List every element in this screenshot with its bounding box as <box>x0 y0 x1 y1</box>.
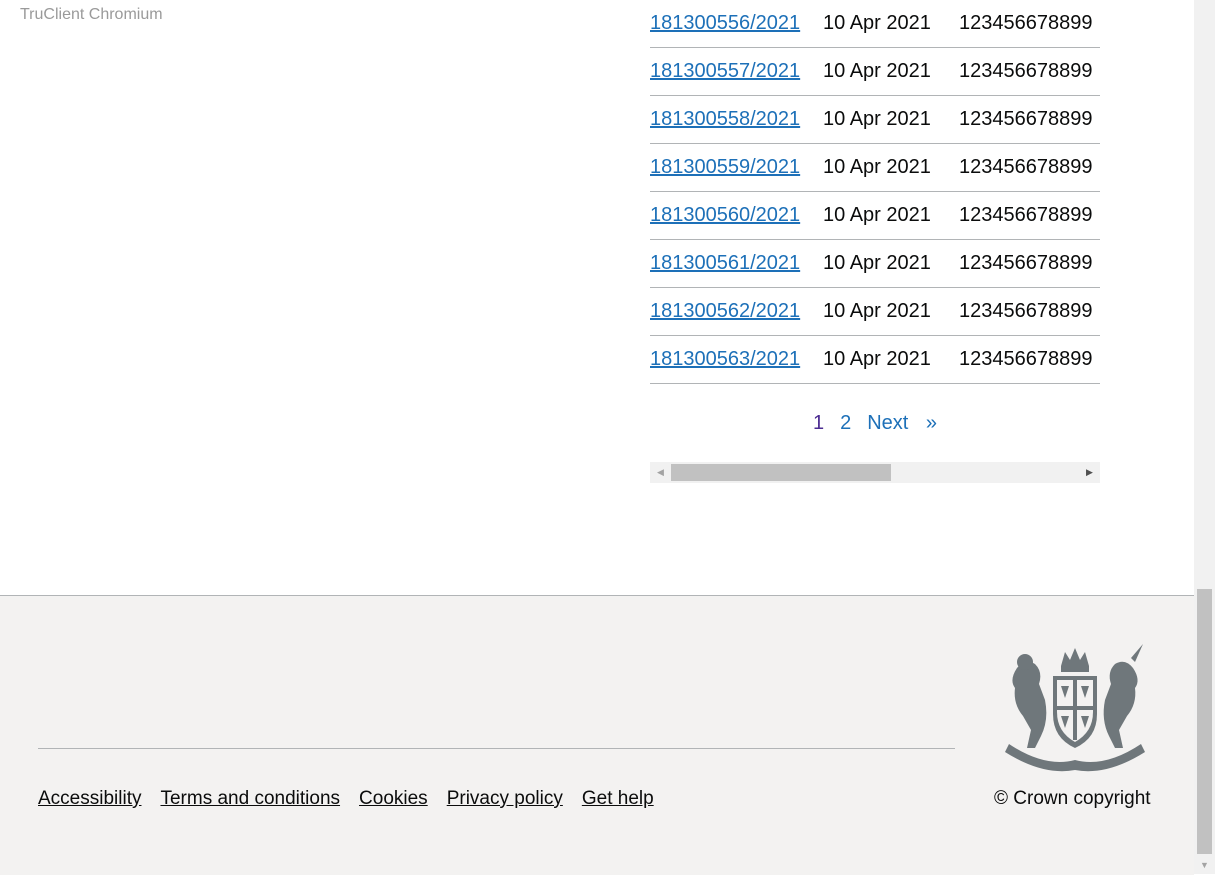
reference-link[interactable]: 181300562/2021 <box>650 300 800 322</box>
date-cell: 10 Apr 2021 <box>823 108 931 130</box>
date-cell: 10 Apr 2021 <box>823 60 931 82</box>
reference-link[interactable]: 181300560/2021 <box>650 204 800 226</box>
footer-link-cookies[interactable]: Cookies <box>359 788 428 810</box>
pagination: 1 2 Next » <box>650 412 1100 435</box>
date-cell: 10 Apr 2021 <box>823 12 931 34</box>
scroll-down-arrow-icon[interactable]: ▼ <box>1194 860 1215 870</box>
page-2-link[interactable]: 2 <box>840 412 851 435</box>
number-cell: 123456678899 <box>959 156 1093 178</box>
number-cell: 123456678899 <box>959 252 1093 274</box>
page-1-current[interactable]: 1 <box>813 412 824 435</box>
next-page-link[interactable]: Next » <box>867 412 937 435</box>
date-cell: 10 Apr 2021 <box>823 300 931 322</box>
number-cell: 123456678899 <box>959 300 1093 322</box>
next-label: Next <box>867 412 909 434</box>
number-cell: 123456678899 <box>959 12 1093 34</box>
number-cell: 123456678899 <box>959 348 1093 370</box>
table-row: 181300561/2021 10 Apr 2021 123456678899 <box>650 240 1100 288</box>
footer-link-privacy[interactable]: Privacy policy <box>447 788 563 810</box>
results-table: 181300556/2021 10 Apr 2021 123456678899 … <box>650 0 1100 384</box>
table-row: 181300558/2021 10 Apr 2021 123456678899 <box>650 96 1100 144</box>
scroll-left-arrow-icon[interactable]: ◀ <box>652 462 669 483</box>
date-cell: 10 Apr 2021 <box>823 204 931 226</box>
horizontal-scrollbar[interactable]: ◀ ▶ <box>650 462 1100 483</box>
truclient-watermark: TruClient Chromium <box>20 6 163 23</box>
table-row: 181300562/2021 10 Apr 2021 123456678899 <box>650 288 1100 336</box>
horizontal-scroll-thumb[interactable] <box>671 464 891 481</box>
table-row: 181300560/2021 10 Apr 2021 123456678899 <box>650 192 1100 240</box>
table-row: 181300557/2021 10 Apr 2021 123456678899 <box>650 48 1100 96</box>
date-cell: 10 Apr 2021 <box>823 252 931 274</box>
crown-copyright: © Crown copyright <box>994 788 1151 809</box>
date-cell: 10 Apr 2021 <box>823 156 931 178</box>
table-row: 181300559/2021 10 Apr 2021 123456678899 <box>650 144 1100 192</box>
vertical-scrollbar[interactable]: ▼ <box>1194 0 1215 874</box>
royal-coat-of-arms-icon <box>995 644 1155 776</box>
footer-link-help[interactable]: Get help <box>582 788 654 810</box>
footer-divider <box>38 748 955 749</box>
vertical-scroll-thumb[interactable] <box>1197 589 1212 854</box>
number-cell: 123456678899 <box>959 108 1093 130</box>
footer-link-terms[interactable]: Terms and conditions <box>160 788 340 810</box>
reference-link[interactable]: 181300561/2021 <box>650 252 800 274</box>
next-arrow-icon: » <box>925 412 938 434</box>
number-cell: 123456678899 <box>959 60 1093 82</box>
table-row: 181300556/2021 10 Apr 2021 123456678899 <box>650 0 1100 48</box>
reference-link[interactable]: 181300563/2021 <box>650 348 800 370</box>
date-cell: 10 Apr 2021 <box>823 348 931 370</box>
reference-link[interactable]: 181300558/2021 <box>650 108 800 130</box>
number-cell: 123456678899 <box>959 204 1093 226</box>
footer-link-accessibility[interactable]: Accessibility <box>38 788 141 810</box>
reference-link[interactable]: 181300556/2021 <box>650 12 800 34</box>
footer-links: Accessibility Terms and conditions Cooki… <box>38 788 673 810</box>
scroll-right-arrow-icon[interactable]: ▶ <box>1081 462 1098 483</box>
site-footer: Accessibility Terms and conditions Cooki… <box>0 595 1194 875</box>
reference-link[interactable]: 181300557/2021 <box>650 60 800 82</box>
reference-link[interactable]: 181300559/2021 <box>650 156 800 178</box>
table-row: 181300563/2021 10 Apr 2021 123456678899 <box>650 336 1100 384</box>
